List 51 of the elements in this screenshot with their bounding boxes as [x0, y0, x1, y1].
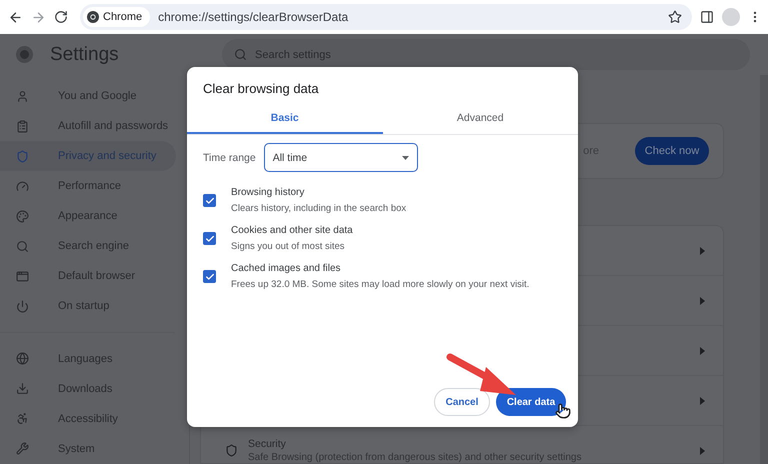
- option-title: Cookies and other site data: [231, 225, 353, 236]
- tab[interactable]: Basic: [187, 104, 382, 134]
- star-icon[interactable]: [668, 10, 682, 24]
- shield-icon: [16, 150, 29, 162]
- clipboard-icon: [16, 120, 29, 132]
- forward-icon[interactable]: [31, 10, 46, 24]
- expand-arrow-icon[interactable]: [700, 296, 705, 304]
- accessibility-icon: [16, 412, 29, 426]
- clear-data-button[interactable]: Clear data: [496, 388, 566, 416]
- gauge-icon: [16, 180, 29, 192]
- url-text: chrome://settings/clearBrowserData: [158, 10, 350, 24]
- expand-arrow-icon[interactable]: [700, 246, 705, 254]
- checkbox[interactable]: [203, 270, 216, 283]
- page-title: Settings: [50, 44, 120, 66]
- option-description: Frees up 32.0 MB. Some sites may load more slowly on your next visit.: [231, 279, 530, 290]
- check-now-button[interactable]: Check now: [635, 137, 709, 165]
- globe-icon: [16, 352, 29, 366]
- option-description: Clears history, including in the search box: [231, 203, 406, 214]
- download-icon: [16, 382, 29, 396]
- checkbox[interactable]: [203, 194, 216, 207]
- hand-cursor-icon: [555, 403, 571, 419]
- option-title: Cached images and files: [231, 263, 342, 274]
- reload-icon[interactable]: [54, 10, 68, 24]
- time-range-select[interactable]: All time: [264, 143, 418, 172]
- option-title: Browsing history: [231, 187, 306, 198]
- window-icon: [16, 270, 29, 282]
- chrome-logo-icon: [16, 46, 33, 63]
- row-title: Security: [248, 438, 287, 450]
- site-chip[interactable]: Chrome: [83, 7, 150, 27]
- checkbox[interactable]: [203, 232, 216, 245]
- wrench-icon: [16, 442, 29, 456]
- time-range-label: Time range: [203, 152, 256, 164]
- search-icon: [16, 240, 29, 252]
- side-panel-icon[interactable]: [700, 10, 714, 24]
- cancel-button[interactable]: Cancel: [434, 388, 490, 416]
- annotation-arrow: [446, 354, 516, 395]
- back-icon[interactable]: [8, 10, 23, 24]
- option-description: Signs you out of most sites: [231, 241, 346, 252]
- address-bar[interactable]: Chrome chrome://settings/clearBrowserData: [80, 4, 692, 30]
- search-icon: [234, 48, 247, 61]
- shield-icon: [225, 444, 238, 457]
- person-icon: [16, 90, 29, 102]
- palette-icon: [16, 210, 29, 222]
- power-icon: [16, 300, 29, 312]
- expand-arrow-icon: [700, 446, 705, 454]
- expand-arrow-icon[interactable]: [700, 346, 705, 354]
- tab[interactable]: Advanced: [382, 104, 578, 134]
- expand-arrow-icon[interactable]: [700, 396, 705, 404]
- dialog-title: Clear browsing data: [202, 80, 320, 96]
- dropdown-caret-icon: [402, 156, 409, 160]
- chrome-logo-icon: [87, 11, 99, 23]
